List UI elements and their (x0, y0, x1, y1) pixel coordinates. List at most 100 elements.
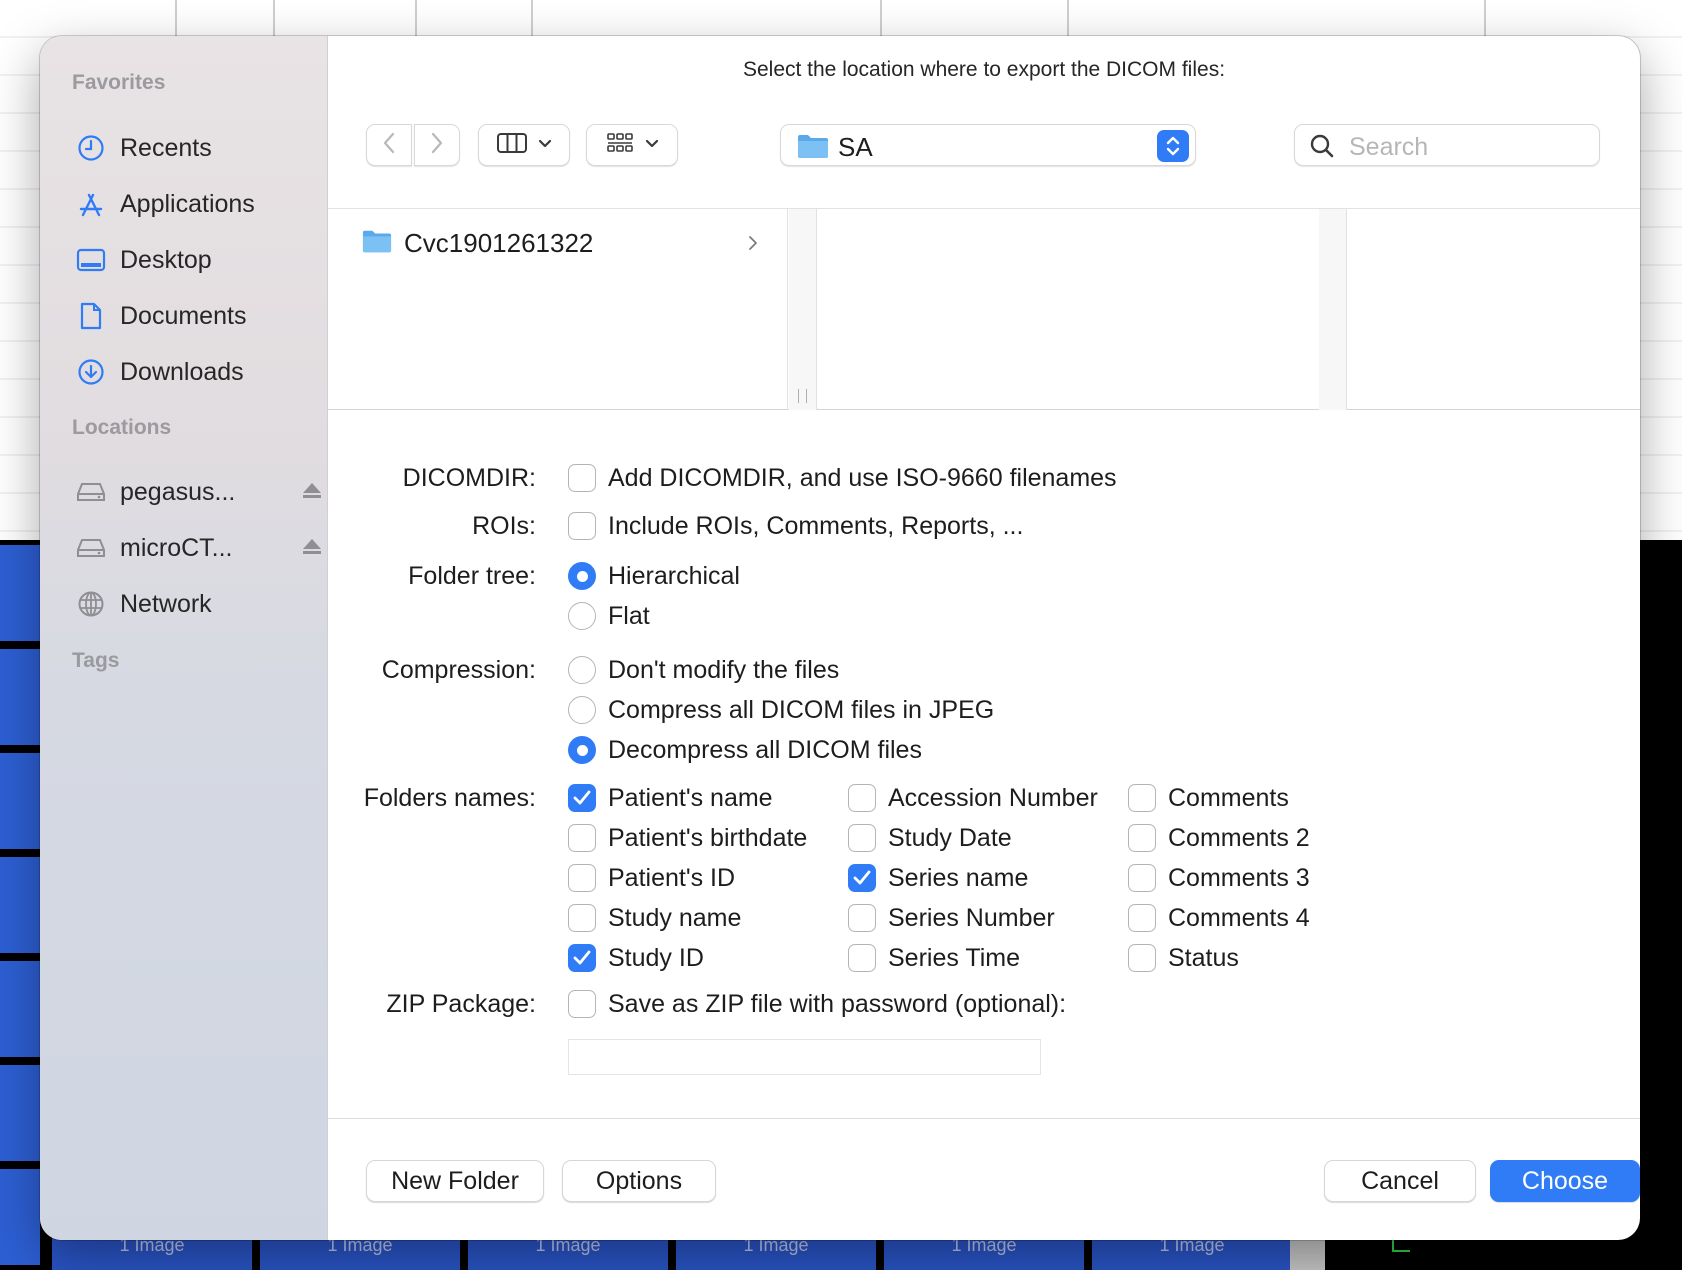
sidebar-item-microct[interactable]: microCT... (76, 528, 321, 568)
folder-icon (797, 132, 829, 165)
radio-dont-modify[interactable]: Don't modify the files (568, 654, 839, 686)
tags-header: Tags (72, 649, 120, 672)
checkbox-box[interactable] (1128, 784, 1156, 812)
checkbox-label: Study ID (608, 943, 704, 972)
sidebar-item-pegasus[interactable]: pegasus... (76, 472, 321, 512)
checkbox-box[interactable] (848, 904, 876, 932)
folder-row[interactable]: Cvc1901261322 (362, 227, 593, 260)
sidebar-item-label: pegasus... (120, 477, 236, 506)
eject-icon[interactable] (302, 538, 322, 556)
folders-names-label: Folders names: (363, 784, 536, 812)
checkbox-status[interactable]: Status (1128, 942, 1239, 974)
checkbox-comments-4[interactable]: Comments 4 (1128, 902, 1310, 934)
checkbox-box[interactable] (568, 990, 596, 1018)
group-by-button[interactable] (586, 124, 678, 166)
checkbox-patients-id[interactable]: Patient's ID (568, 862, 735, 894)
zip-password-field[interactable] (568, 1039, 1041, 1075)
drive-icon (76, 533, 106, 563)
folder-icon (362, 227, 392, 260)
browser-column: Cvc1901261322 (328, 209, 788, 410)
sidebar-item-network[interactable]: Network (76, 584, 316, 624)
checkbox-label: Save as ZIP file with password (optional… (608, 989, 1067, 1018)
view-mode-button[interactable] (478, 124, 570, 166)
radio-button[interactable] (568, 602, 596, 630)
radio-button[interactable] (568, 656, 596, 684)
desktop-icon (76, 245, 106, 275)
checkbox-box[interactable] (1128, 864, 1156, 892)
checkbox-box[interactable] (568, 512, 596, 540)
checkbox-box[interactable] (1128, 824, 1156, 852)
options-button[interactable]: Options (562, 1160, 716, 1202)
sidebar-item-recents[interactable]: Recents (76, 128, 316, 168)
checkbox-comments-2[interactable]: Comments 2 (1128, 822, 1310, 854)
favorites-header: Favorites (72, 71, 166, 94)
columns-view-icon (496, 131, 528, 160)
radio-button[interactable] (568, 696, 596, 724)
checkbox-box[interactable] (568, 824, 596, 852)
rois-label: ROIs: (472, 512, 536, 540)
grid-icon (605, 131, 635, 160)
radio-button[interactable] (568, 736, 596, 764)
cancel-button[interactable]: Cancel (1324, 1160, 1476, 1202)
search-placeholder[interactable]: Search (1349, 133, 1428, 162)
search-field[interactable]: Search (1294, 124, 1600, 166)
checkbox-study-name[interactable]: Study name (568, 902, 741, 934)
checkbox-box[interactable] (568, 904, 596, 932)
checkbox-comments[interactable]: Comments (1128, 782, 1289, 814)
column-divider[interactable] (1319, 209, 1347, 410)
checkbox-box[interactable] (848, 864, 876, 892)
sidebar-item-label: Documents (120, 301, 247, 330)
column-resize-handle[interactable] (798, 389, 807, 403)
checkbox-accession-number[interactable]: Accession Number (848, 782, 1098, 814)
clock-icon (76, 133, 106, 163)
radio-button[interactable] (568, 562, 596, 590)
forward-button[interactable] (414, 124, 460, 166)
background-column-divider (1067, 0, 1069, 36)
checkbox-box[interactable] (848, 824, 876, 852)
checkbox-series-name[interactable]: Series name (848, 862, 1028, 894)
background-thumbnail-strip (0, 545, 40, 1270)
new-folder-button[interactable]: New Folder (366, 1160, 544, 1202)
dicomdir-checkbox[interactable]: Add DICOMDIR, and use ISO-9660 filenames (568, 462, 1117, 494)
checkbox-box[interactable] (1128, 944, 1156, 972)
background-tile-label: 1 Image (260, 1235, 460, 1270)
document-icon (76, 301, 106, 331)
checkbox-series-time[interactable]: Series Time (848, 942, 1020, 974)
back-button[interactable] (366, 124, 412, 166)
checkbox-box[interactable] (1128, 904, 1156, 932)
column-divider[interactable] (789, 209, 817, 410)
sidebar-item-desktop[interactable]: Desktop (76, 240, 316, 280)
rois-checkbox[interactable]: Include ROIs, Comments, Reports, ... (568, 510, 1023, 542)
background-column-divider (175, 0, 177, 36)
sidebar-item-documents[interactable]: Documents (76, 296, 316, 336)
background-image-pane (1325, 1235, 1682, 1270)
zip-checkbox[interactable]: Save as ZIP file with password (optional… (568, 988, 1066, 1020)
choose-button[interactable]: Choose (1490, 1160, 1640, 1202)
radio-flat[interactable]: Flat (568, 600, 650, 632)
checkbox-study-date[interactable]: Study Date (848, 822, 1012, 854)
sidebar-item-downloads[interactable]: Downloads (76, 352, 316, 392)
checkbox-series-number[interactable]: Series Number (848, 902, 1055, 934)
checkbox-patients-name[interactable]: Patient's name (568, 782, 773, 814)
radio-decompress[interactable]: Decompress all DICOM files (568, 734, 922, 766)
checkbox-box[interactable] (848, 944, 876, 972)
radio-compress-jpeg[interactable]: Compress all DICOM files in JPEG (568, 694, 994, 726)
sidebar-item-label: Recents (120, 133, 212, 162)
checkbox-box[interactable] (568, 784, 596, 812)
checkbox-comments-3[interactable]: Comments 3 (1128, 862, 1310, 894)
eject-icon[interactable] (302, 482, 322, 500)
radio-hierarchical[interactable]: Hierarchical (568, 560, 740, 592)
background-tile-label: 1 Image (468, 1235, 668, 1270)
checkbox-box[interactable] (568, 864, 596, 892)
checkbox-box[interactable] (848, 784, 876, 812)
checkbox-patients-birthdate[interactable]: Patient's birthdate (568, 822, 807, 854)
checkbox-study-id[interactable]: Study ID (568, 942, 704, 974)
radio-label: Decompress all DICOM files (608, 735, 922, 764)
checkbox-box[interactable] (568, 944, 596, 972)
checkbox-box[interactable] (568, 464, 596, 492)
search-icon (1309, 133, 1335, 164)
sidebar-item-label: Applications (120, 189, 255, 218)
background-tile-label: 1 Image (1092, 1235, 1292, 1270)
sidebar-item-applications[interactable]: Applications (76, 184, 316, 224)
location-popup[interactable]: SA (780, 124, 1196, 166)
